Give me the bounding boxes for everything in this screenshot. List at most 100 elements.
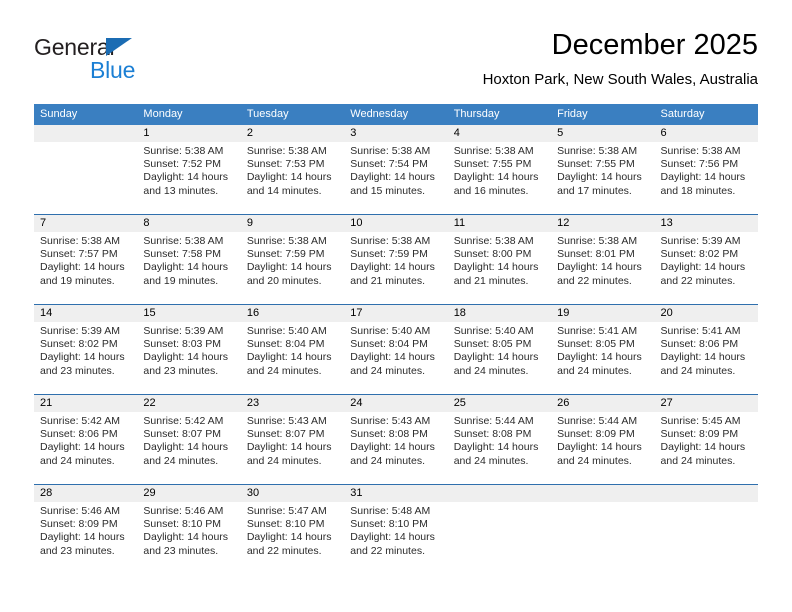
- calendar-day-cell[interactable]: 24 Sunrise: 5:43 AM Sunset: 8:08 PM Dayligh…: [344, 395, 448, 484]
- calendar-day-cell[interactable]: 15 Sunrise: 5:39 AM Sunset: 8:03 PM Dayligh…: [137, 305, 241, 394]
- sunrise-time: Sunrise: 5:38 AM: [143, 235, 224, 247]
- weekday-header-cell: Wednesday: [350, 108, 409, 120]
- daylight-duration-line1: Daylight: 14 hours: [557, 171, 642, 184]
- daylight-duration-line1: Daylight: 14 hours: [350, 441, 435, 454]
- day-details: Sunrise: 5:38 AM Sunset: 7:59 PM Daylight:…: [344, 232, 447, 288]
- day-details: Sunrise: 5:46 AM Sunset: 8:10 PM Daylight:…: [137, 502, 240, 558]
- calendar-day-cell[interactable]: 19 Sunrise: 5:41 AM Sunset: 8:05 PM Dayligh…: [551, 305, 655, 394]
- sunrise-time: Sunrise: 5:38 AM: [246, 235, 327, 247]
- calendar-day-cell[interactable]: 29 Sunrise: 5:46 AM Sunset: 8:10 PM Dayligh…: [137, 485, 241, 574]
- calendar-day-cell[interactable]: 12 Sunrise: 5:38 AM Sunset: 8:01 PM Dayligh…: [551, 215, 655, 304]
- day-number: 1: [137, 125, 241, 142]
- day-details: Sunrise: 5:38 AM Sunset: 7:58 PM Daylight:…: [137, 232, 240, 288]
- sunset-time: Sunset: 8:10 PM: [350, 518, 428, 531]
- sunset-time: Sunset: 8:04 PM: [350, 338, 428, 351]
- calendar-day-cell[interactable]: 13 Sunrise: 5:39 AM Sunset: 8:02 PM Dayligh…: [654, 215, 758, 304]
- daylight-duration-line2: and 24 minutes.: [246, 364, 322, 377]
- day-details: Sunrise: 5:40 AM Sunset: 8:05 PM Daylight:…: [448, 322, 551, 378]
- day-number: 7: [34, 215, 138, 232]
- day-number: 14: [34, 305, 138, 322]
- sunrise-time: Sunrise: 5:38 AM: [246, 145, 327, 157]
- sunrise-time: Sunrise: 5:38 AM: [557, 235, 638, 247]
- calendar-day-cell[interactable]: 20 Sunrise: 5:41 AM Sunset: 8:06 PM Dayligh…: [654, 305, 758, 394]
- calendar-day-cell[interactable]: 21 Sunrise: 5:42 AM Sunset: 8:06 PM Dayligh…: [34, 395, 138, 484]
- calendar-day-cell[interactable]: 18 Sunrise: 5:40 AM Sunset: 8:05 PM Dayligh…: [447, 305, 552, 394]
- day-number: 21: [34, 395, 138, 412]
- daylight-duration-line1: Daylight: 14 hours: [143, 531, 229, 544]
- calendar-day-cell[interactable]: 6 Sunrise: 5:38 AM Sunset: 7:56 PM Daylight…: [654, 125, 758, 214]
- calendar-day-cell[interactable]: 28 Sunrise: 5:46 AM Sunset: 8:09 PM Dayligh…: [34, 485, 138, 574]
- calendar-week-row: 1 Sunrise: 5:38 AM Sunset: 7:52 PM Daylight…: [34, 125, 758, 214]
- calendar-day-cell[interactable]: 10 Sunrise: 5:38 AM Sunset: 7:59 PM Dayligh…: [344, 215, 448, 304]
- calendar-day-cell[interactable]: 30 Sunrise: 5:47 AM Sunset: 8:10 PM Dayligh…: [240, 485, 345, 574]
- sunrise-time: Sunrise: 5:43 AM: [350, 415, 431, 427]
- daylight-duration-line2: and 14 minutes.: [246, 184, 322, 197]
- day-number: 18: [447, 305, 552, 322]
- day-number: 22: [137, 395, 241, 412]
- daylight-duration-line2: and 16 minutes.: [453, 184, 529, 197]
- sunrise-time: Sunrise: 5:38 AM: [143, 145, 224, 157]
- sunset-time: Sunset: 7:54 PM: [350, 158, 428, 171]
- day-number: 23: [240, 395, 345, 412]
- day-details: Sunrise: 5:38 AM Sunset: 7:55 PM Daylight:…: [551, 142, 654, 198]
- calendar-day-cell[interactable]: 31 Sunrise: 5:48 AM Sunset: 8:10 PM Dayligh…: [344, 485, 448, 574]
- daylight-duration-line1: Daylight: 14 hours: [40, 441, 125, 454]
- calendar-day-cell[interactable]: 17 Sunrise: 5:40 AM Sunset: 8:04 PM Dayligh…: [344, 305, 448, 394]
- sunrise-time: Sunrise: 5:47 AM: [246, 505, 327, 517]
- daylight-duration-line1: Daylight: 14 hours: [453, 171, 539, 184]
- calendar-day-cell-empty: [447, 485, 552, 574]
- day-details: Sunrise: 5:38 AM Sunset: 7:53 PM Daylight:…: [241, 142, 344, 198]
- sunset-time: Sunset: 7:57 PM: [40, 248, 118, 261]
- sunset-time: Sunset: 8:09 PM: [660, 428, 739, 441]
- calendar-day-cell[interactable]: 22 Sunrise: 5:42 AM Sunset: 8:07 PM Dayligh…: [137, 395, 241, 484]
- calendar-day-cell[interactable]: 27 Sunrise: 5:45 AM Sunset: 8:09 PM Dayligh…: [654, 395, 758, 484]
- sunset-time: Sunset: 7:59 PM: [246, 248, 325, 261]
- calendar-day-cell[interactable]: 5 Sunrise: 5:38 AM Sunset: 7:55 PM Daylight…: [551, 125, 655, 214]
- day-details: Sunrise: 5:44 AM Sunset: 8:09 PM Daylight:…: [551, 412, 654, 468]
- day-details: Sunrise: 5:48 AM Sunset: 8:10 PM Daylight:…: [344, 502, 447, 558]
- weekday-header-cell: Tuesday: [246, 108, 289, 120]
- calendar-day-cell[interactable]: 26 Sunrise: 5:44 AM Sunset: 8:09 PM Dayligh…: [551, 395, 655, 484]
- sunset-time: Sunset: 7:55 PM: [453, 158, 532, 171]
- calendar-day-cell[interactable]: 3 Sunrise: 5:38 AM Sunset: 7:54 PM Daylight…: [344, 125, 448, 214]
- daylight-duration-line1: Daylight: 14 hours: [660, 441, 746, 454]
- daylight-duration-line1: Daylight: 14 hours: [246, 441, 332, 454]
- daylight-duration-line2: and 23 minutes.: [40, 544, 115, 557]
- sunrise-time: Sunrise: 5:39 AM: [40, 325, 120, 337]
- day-details: Sunrise: 5:38 AM Sunset: 7:54 PM Daylight:…: [344, 142, 447, 198]
- calendar-day-cell[interactable]: 4 Sunrise: 5:38 AM Sunset: 7:55 PM Daylight…: [447, 125, 552, 214]
- calendar-day-cell[interactable]: 11 Sunrise: 5:38 AM Sunset: 8:00 PM Dayligh…: [447, 215, 552, 304]
- calendar-day-cell[interactable]: 16 Sunrise: 5:40 AM Sunset: 8:04 PM Dayligh…: [240, 305, 345, 394]
- calendar-day-cell[interactable]: 14 Sunrise: 5:39 AM Sunset: 8:02 PM Dayligh…: [34, 305, 138, 394]
- day-details: Sunrise: 5:43 AM Sunset: 8:08 PM Daylight:…: [344, 412, 447, 468]
- calendar-day-cell[interactable]: 25 Sunrise: 5:44 AM Sunset: 8:08 PM Dayligh…: [447, 395, 552, 484]
- calendar-day-cell[interactable]: 1 Sunrise: 5:38 AM Sunset: 7:52 PM Daylight…: [137, 125, 241, 214]
- daylight-duration-line2: and 23 minutes.: [40, 364, 115, 377]
- sunset-time: Sunset: 8:01 PM: [557, 248, 635, 261]
- sunrise-time: Sunrise: 5:38 AM: [350, 235, 431, 247]
- sunrise-time: Sunrise: 5:42 AM: [40, 415, 120, 427]
- daylight-duration-line2: and 21 minutes.: [453, 274, 529, 287]
- day-number: [654, 485, 758, 502]
- calendar-day-cell[interactable]: 23 Sunrise: 5:43 AM Sunset: 8:07 PM Dayligh…: [240, 395, 345, 484]
- daylight-duration-line1: Daylight: 14 hours: [453, 441, 539, 454]
- day-details: Sunrise: 5:46 AM Sunset: 8:09 PM Daylight:…: [34, 502, 137, 558]
- daylight-duration-line2: and 22 minutes.: [246, 544, 322, 557]
- calendar-day-cell[interactable]: 7 Sunrise: 5:38 AM Sunset: 7:57 PM Daylight…: [34, 215, 138, 304]
- day-details: Sunrise: 5:38 AM Sunset: 8:00 PM Daylight:…: [448, 232, 551, 288]
- day-number: 26: [551, 395, 655, 412]
- sunset-time: Sunset: 7:55 PM: [557, 158, 635, 171]
- calendar-day-cell[interactable]: 2 Sunrise: 5:38 AM Sunset: 7:53 PM Daylight…: [240, 125, 345, 214]
- daylight-duration-line2: and 18 minutes.: [660, 184, 736, 197]
- daylight-duration-line2: and 24 minutes.: [453, 364, 529, 377]
- day-number: 9: [240, 215, 345, 232]
- sunset-time: Sunset: 8:05 PM: [453, 338, 532, 351]
- sunrise-time: Sunrise: 5:38 AM: [453, 235, 534, 247]
- sunset-time: Sunset: 8:10 PM: [143, 518, 222, 531]
- calendar-page: General Blue December 2025 Hoxton Park, …: [0, 0, 792, 612]
- calendar-day-cell[interactable]: 8 Sunrise: 5:38 AM Sunset: 7:58 PM Daylight…: [137, 215, 241, 304]
- sunset-time: Sunset: 8:02 PM: [660, 248, 739, 261]
- sunrise-time: Sunrise: 5:46 AM: [40, 505, 120, 517]
- sunrise-time: Sunrise: 5:46 AM: [143, 505, 224, 517]
- calendar-day-cell[interactable]: 9 Sunrise: 5:38 AM Sunset: 7:59 PM Daylight…: [240, 215, 345, 304]
